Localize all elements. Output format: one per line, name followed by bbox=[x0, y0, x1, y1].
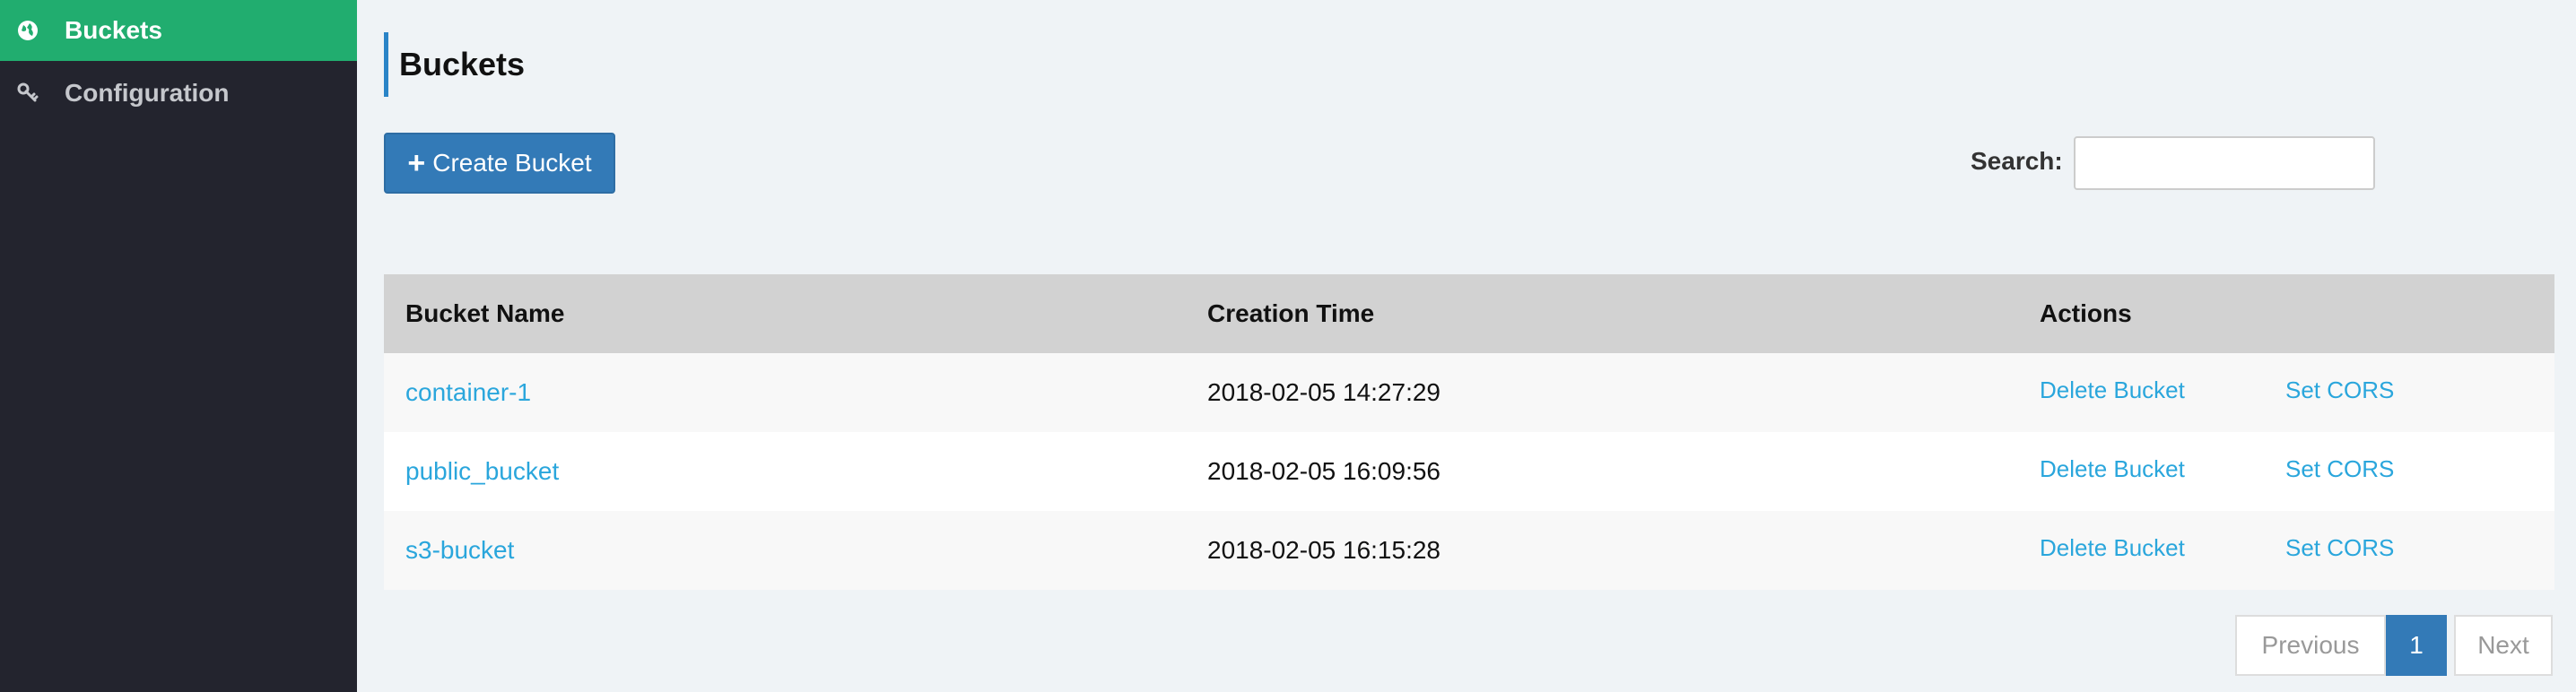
creation-time: 2018-02-05 14:27:29 bbox=[1207, 378, 1440, 406]
bucket-name-link[interactable]: s3-bucket bbox=[405, 536, 514, 565]
pagination-next-button[interactable]: Next bbox=[2454, 615, 2553, 676]
creation-time: 2018-02-05 16:15:28 bbox=[1207, 536, 1440, 564]
table-row: public_bucket 2018-02-05 16:09:56 Delete… bbox=[384, 432, 2554, 511]
set-cors-link[interactable]: Set CORS bbox=[2285, 376, 2394, 404]
set-cors-link[interactable]: Set CORS bbox=[2285, 455, 2394, 483]
page-title: Buckets bbox=[399, 46, 526, 82]
sidebar-item-buckets[interactable]: Buckets bbox=[0, 0, 357, 61]
table-row: s3-bucket 2018-02-05 16:15:28 Delete Buc… bbox=[384, 511, 2554, 590]
plus-icon: + bbox=[407, 146, 426, 180]
buckets-table: Bucket Name Creation Time Actions contai… bbox=[384, 274, 2554, 590]
creation-time: 2018-02-05 16:09:56 bbox=[1207, 457, 1440, 485]
bucket-name-link[interactable]: container-1 bbox=[405, 378, 531, 407]
delete-bucket-link[interactable]: Delete Bucket bbox=[2040, 455, 2185, 483]
sidebar-item-label: Buckets bbox=[65, 16, 162, 44]
sidebar-item-label: Configuration bbox=[65, 79, 230, 107]
bucket-name-link[interactable]: public_bucket bbox=[405, 457, 559, 486]
search-input[interactable] bbox=[2074, 136, 2375, 190]
sidebar: Buckets Configuration bbox=[0, 0, 357, 692]
column-header-creation-time: Creation Time bbox=[1207, 299, 1375, 327]
delete-bucket-link[interactable]: Delete Bucket bbox=[2040, 534, 2185, 562]
wrench-icon bbox=[14, 80, 41, 107]
table-header: Bucket Name Creation Time Actions bbox=[384, 274, 2554, 353]
pagination-previous-button[interactable]: Previous bbox=[2235, 615, 2386, 676]
pagination-page-1[interactable]: 1 bbox=[2386, 615, 2447, 676]
set-cors-link[interactable]: Set CORS bbox=[2285, 534, 2394, 562]
sidebar-item-configuration[interactable]: Configuration bbox=[0, 63, 357, 124]
table-row: container-1 2018-02-05 14:27:29 Delete B… bbox=[384, 353, 2554, 432]
column-header-bucket-name: Bucket Name bbox=[405, 299, 565, 327]
globe-icon bbox=[14, 17, 41, 44]
search-label: Search: bbox=[1971, 147, 2063, 175]
create-bucket-label: Create Bucket bbox=[432, 149, 592, 177]
create-bucket-button[interactable]: + Create Bucket bbox=[384, 133, 615, 194]
delete-bucket-link[interactable]: Delete Bucket bbox=[2040, 376, 2185, 404]
page-title-block: Buckets bbox=[384, 32, 525, 97]
column-header-actions: Actions bbox=[2040, 299, 2132, 327]
